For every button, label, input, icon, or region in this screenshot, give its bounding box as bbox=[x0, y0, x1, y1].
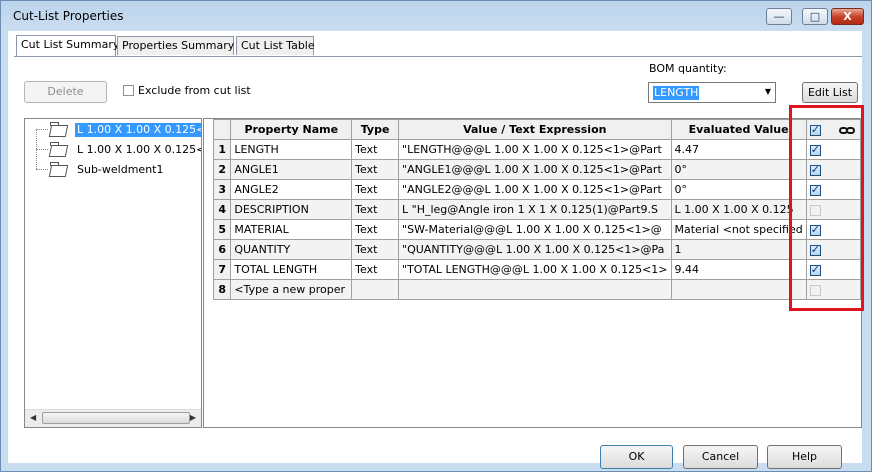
dialog-title: Cut-List Properties bbox=[13, 9, 124, 23]
exclude-checkbox[interactable] bbox=[123, 85, 134, 96]
evaluated-value-cell bbox=[670, 279, 807, 300]
type-cell[interactable]: Text bbox=[351, 159, 400, 180]
evaluated-value-cell: 0° bbox=[670, 179, 807, 200]
type-cell[interactable]: Text bbox=[351, 219, 400, 240]
property-name-cell[interactable]: DESCRIPTION bbox=[230, 199, 353, 220]
ok-button[interactable]: OK bbox=[600, 445, 673, 469]
type-cell[interactable]: Text bbox=[351, 179, 400, 200]
column-header[interactable]: Type bbox=[351, 119, 400, 140]
property-name-cell[interactable]: <Type a new proper bbox=[230, 279, 353, 300]
row-number: 6 bbox=[212, 239, 232, 260]
row-number: 5 bbox=[212, 219, 232, 240]
type-cell[interactable]: Text bbox=[351, 199, 400, 220]
table-row[interactable]: 3 ANGLE2 Text "ANGLE2@@@L 1.00 X 1.00 X … bbox=[212, 179, 861, 200]
folder-icon bbox=[49, 122, 67, 136]
edit-list-button[interactable]: Edit List bbox=[802, 82, 858, 103]
evaluated-value-cell: 9.44 bbox=[670, 259, 807, 280]
type-cell[interactable]: Text bbox=[351, 239, 400, 260]
row-number: 3 bbox=[212, 179, 232, 200]
expression-cell[interactable]: "LENGTH@@@L 1.00 X 1.00 X 0.125<1>@Part bbox=[398, 139, 672, 160]
table-row[interactable]: 5 MATERIAL Text "SW-Material@@@L 1.00 X … bbox=[212, 219, 861, 240]
table-row[interactable]: 1 LENGTH Text "LENGTH@@@L 1.00 X 1.00 X … bbox=[212, 139, 861, 160]
column-header[interactable]: Value / Text Expression bbox=[398, 119, 672, 140]
tree-connector bbox=[36, 149, 48, 150]
row-number: 2 bbox=[212, 159, 232, 180]
scroll-right-icon[interactable]: ▶ bbox=[190, 413, 196, 422]
scroll-left-icon[interactable]: ◀ bbox=[30, 413, 36, 422]
expression-cell[interactable]: "ANGLE2@@@L 1.00 X 1.00 X 0.125<1>@Part bbox=[398, 179, 672, 200]
row-number: 1 bbox=[212, 139, 232, 160]
tree-horizontal-scrollbar[interactable]: ◀ ▶ bbox=[25, 409, 201, 427]
scrollbar-thumb[interactable] bbox=[42, 412, 190, 424]
expression-cell[interactable]: "QUANTITY@@@L 1.00 X 1.00 X 0.125<1>@Pa bbox=[398, 239, 672, 260]
tree-item-label: L 1.00 X 1.00 X 0.125<2> bbox=[77, 143, 201, 156]
type-cell[interactable]: Text bbox=[351, 259, 400, 280]
expression-cell[interactable]: "ANGLE1@@@L 1.00 X 1.00 X 0.125<1>@Part bbox=[398, 159, 672, 180]
column-header[interactable]: Evaluated Value bbox=[670, 119, 807, 140]
expression-cell[interactable]: "SW-Material@@@L 1.00 X 1.00 X 0.125<1>@ bbox=[398, 219, 672, 240]
tab-cut-list-table[interactable]: Cut List Table bbox=[236, 36, 315, 55]
bom-quantity-select[interactable]: LENGTH ▼ bbox=[648, 82, 776, 103]
column-header[interactable]: Property Name bbox=[230, 119, 353, 140]
row-number: 7 bbox=[212, 259, 232, 280]
folder-icon bbox=[49, 142, 67, 156]
expression-cell[interactable]: L "H_leg@Angle iron 1 X 1 X 0.125(1)@Par… bbox=[398, 199, 672, 220]
table-row[interactable]: 7 TOTAL LENGTH Text "TOTAL LENGTH@@@L 1.… bbox=[212, 259, 861, 280]
folder-icon bbox=[49, 162, 67, 176]
table-row-new[interactable]: 8 <Type a new proper bbox=[212, 279, 861, 300]
highlight-box bbox=[789, 105, 864, 311]
tree-connector bbox=[36, 129, 48, 130]
tree-item-label: L 1.00 X 1.00 X 0.125<1> bbox=[75, 123, 201, 137]
tree-item-label: Sub-weldment1 bbox=[77, 163, 164, 176]
evaluated-value-cell: L 1.00 X 1.00 X 0.125 bbox=[670, 199, 807, 220]
evaluated-value-cell: 1 bbox=[670, 239, 807, 260]
type-cell[interactable]: Text bbox=[351, 139, 400, 160]
property-name-cell[interactable]: TOTAL LENGTH bbox=[230, 259, 353, 280]
title-bar[interactable]: Cut-List Properties — □ X bbox=[1, 1, 871, 31]
table-row[interactable]: 2 ANGLE1 Text "ANGLE1@@@L 1.00 X 1.00 X … bbox=[212, 159, 861, 180]
properties-table: Property Name Type Value / Text Expressi… bbox=[212, 119, 861, 300]
exclude-label: Exclude from cut list bbox=[138, 84, 251, 97]
cancel-button[interactable]: Cancel bbox=[683, 445, 758, 469]
minimize-button[interactable]: — bbox=[766, 8, 792, 25]
cut-list-tree: L 1.00 X 1.00 X 0.125<1> L 1.00 X 1.00 X… bbox=[24, 118, 202, 428]
row-number: 8 bbox=[212, 279, 232, 300]
property-name-cell[interactable]: ANGLE1 bbox=[230, 159, 353, 180]
tree-connector bbox=[36, 169, 48, 170]
property-name-cell[interactable]: LENGTH bbox=[230, 139, 353, 160]
expression-cell[interactable]: "TOTAL LENGTH@@@L 1.00 X 1.00 X 0.125<1> bbox=[398, 259, 672, 280]
bom-quantity-label: BOM quantity: bbox=[649, 62, 727, 75]
type-cell[interactable] bbox=[351, 279, 400, 300]
bom-quantity-value: LENGTH bbox=[653, 86, 700, 100]
properties-grid: Property Name Type Value / Text Expressi… bbox=[203, 118, 862, 428]
property-name-cell[interactable]: MATERIAL bbox=[230, 219, 353, 240]
tree-item-cutlist-2[interactable]: L 1.00 X 1.00 X 0.125<2> bbox=[25, 141, 201, 159]
evaluated-value-cell: Material <not specified bbox=[670, 219, 807, 240]
table-header-row: Property Name Type Value / Text Expressi… bbox=[212, 119, 861, 140]
tree-item-cutlist-1[interactable]: L 1.00 X 1.00 X 0.125<1> bbox=[25, 121, 201, 139]
chevron-down-icon: ▼ bbox=[764, 87, 771, 96]
tab-properties-summary[interactable]: Properties Summary bbox=[117, 36, 234, 55]
table-row[interactable]: 4 DESCRIPTION Text L "H_leg@Angle iron 1… bbox=[212, 199, 861, 220]
tab-cut-list-summary[interactable]: Cut List Summary bbox=[16, 35, 119, 56]
row-number: 4 bbox=[212, 199, 232, 220]
delete-button[interactable]: Delete bbox=[24, 81, 107, 103]
close-button[interactable]: X bbox=[831, 8, 864, 25]
table-row[interactable]: 6 QUANTITY Text "QUANTITY@@@L 1.00 X 1.0… bbox=[212, 239, 861, 260]
evaluated-value-cell: 4.47 bbox=[670, 139, 807, 160]
evaluated-value-cell: 0° bbox=[670, 159, 807, 180]
tree-item-sub-weldment[interactable]: Sub-weldment1 bbox=[25, 161, 201, 179]
help-button[interactable]: Help bbox=[767, 445, 842, 469]
property-name-cell[interactable]: QUANTITY bbox=[230, 239, 353, 260]
expression-cell[interactable] bbox=[398, 279, 672, 300]
maximize-button[interactable]: □ bbox=[802, 8, 828, 25]
corner-cell bbox=[212, 119, 232, 140]
property-name-cell[interactable]: ANGLE2 bbox=[230, 179, 353, 200]
